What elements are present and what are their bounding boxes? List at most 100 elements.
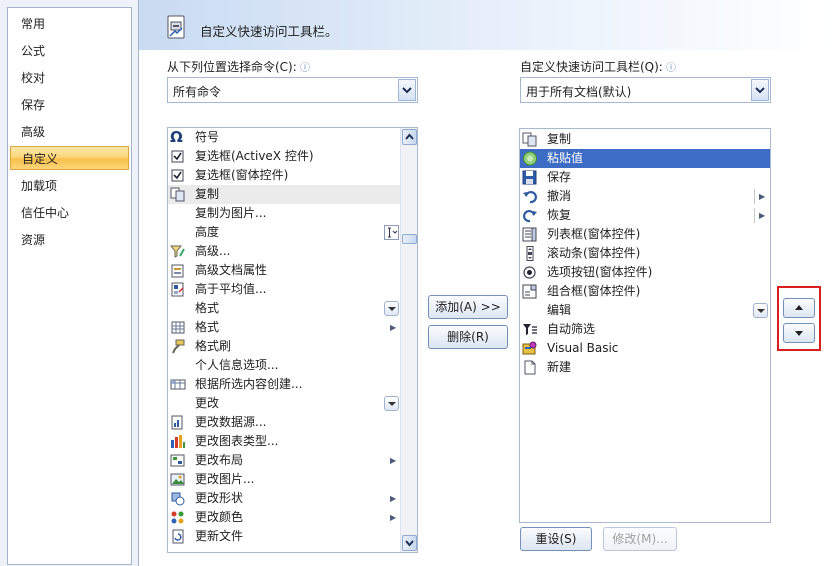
add-button[interactable]: 添加(A) >>: [428, 295, 508, 319]
sidebar-item-addins[interactable]: 加载项: [10, 174, 129, 198]
list-item[interactable]: 恢复 ▶: [520, 206, 770, 225]
remove-button[interactable]: 删除(R): [428, 325, 508, 349]
chevron-down-icon[interactable]: [751, 79, 769, 101]
submenu-arrow-icon: ▶: [759, 192, 766, 201]
list-item-selected[interactable]: 复制: [168, 185, 401, 204]
visual-basic-icon: [522, 341, 537, 355]
list-item[interactable]: 更改图表类型...: [168, 432, 401, 451]
submenu-arrow-icon: ▶: [390, 494, 397, 503]
list-item[interactable]: 编辑: [520, 301, 770, 320]
sidebar-item-advanced[interactable]: 高级: [10, 120, 129, 144]
move-down-button[interactable]: [783, 323, 815, 343]
list-item[interactable]: 更改布局 ▶: [168, 451, 401, 470]
checkbox-icon: [171, 169, 184, 182]
redo-icon: [523, 210, 537, 223]
sidebar-item-formulas[interactable]: 公式: [10, 39, 129, 63]
move-up-button[interactable]: [783, 298, 815, 318]
document-properties-icon: [171, 264, 184, 278]
choose-commands-dropdown[interactable]: 所有命令: [167, 77, 418, 103]
list-item[interactable]: 高级文档属性: [168, 261, 401, 280]
options-sidebar: 常用 公式 校对 保存 高级 自定义 加载项 信任中心 资源: [7, 7, 132, 565]
sidebar-item-trust-center[interactable]: 信任中心: [10, 201, 129, 225]
choose-commands-label: 从下列位置选择命令(C): ⓘ: [167, 60, 310, 74]
list-item[interactable]: 更改颜色 ▶: [168, 508, 401, 527]
list-item[interactable]: 格式刷: [168, 337, 401, 356]
quick-access-list[interactable]: 复制 粘贴值 保存 撤消 ▶ 恢复 ▶ 列表框(窗体控件) 滚动条(窗体控件) …: [519, 128, 771, 523]
chart-type-icon: [171, 435, 185, 448]
copy-icon: [170, 187, 185, 202]
customize-toolbar-dropdown[interactable]: 用于所有文档(默认): [520, 77, 771, 103]
scroll-thumb[interactable]: [402, 234, 417, 244]
sidebar-item-customize[interactable]: 自定义: [10, 146, 129, 170]
commands-list[interactable]: Ω 符号 复选框(ActiveX 控件) 复选框(窗体控件) 复制 复制为图片.…: [167, 127, 418, 553]
list-item[interactable]: 复制: [520, 130, 770, 149]
list-item[interactable]: 新建: [520, 358, 770, 377]
list-item[interactable]: 撤消 ▶: [520, 187, 770, 206]
list-item[interactable]: 高度: [168, 223, 401, 242]
submenu-arrow-icon: ▶: [390, 513, 397, 522]
list-item[interactable]: 复制为图片...: [168, 204, 401, 223]
arrow-up-icon: [795, 305, 803, 310]
omega-icon: Ω: [170, 128, 183, 146]
list-item[interactable]: 更改图片...: [168, 470, 401, 489]
list-item[interactable]: 列表框(窗体控件): [520, 225, 770, 244]
save-icon: [522, 170, 537, 185]
submenu-arrow-icon: ▶: [759, 211, 766, 220]
panel-title: 自定义快速访问工具栏。: [200, 24, 338, 39]
customize-toolbar-value: 用于所有文档(默认): [526, 85, 632, 99]
list-item[interactable]: 格式 ▶: [168, 318, 401, 337]
list-item[interactable]: 更新文件: [168, 527, 401, 546]
submenu-arrow-icon: ▶: [390, 456, 397, 465]
sidebar-item-common[interactable]: 常用: [10, 12, 129, 36]
list-item[interactable]: 保存: [520, 168, 770, 187]
list-item[interactable]: 高于平均值...: [168, 280, 401, 299]
change-shape-icon: [171, 492, 185, 506]
list-item-selected[interactable]: 粘贴值: [520, 149, 770, 168]
new-document-icon: [524, 360, 536, 375]
list-item[interactable]: 组合框(窗体控件): [520, 282, 770, 301]
list-item[interactable]: 选项按钮(窗体控件): [520, 263, 770, 282]
sidebar-item-save[interactable]: 保存: [10, 93, 129, 117]
dropdown-icon: [384, 396, 399, 411]
dropdown-icon: [384, 301, 399, 316]
chevron-down-icon[interactable]: [398, 79, 416, 101]
sidebar-item-resources[interactable]: 资源: [10, 228, 129, 252]
list-item[interactable]: Ω 符号: [168, 128, 401, 147]
list-item[interactable]: 滚动条(窗体控件): [520, 244, 770, 263]
create-from-selection-icon: [170, 379, 186, 390]
reset-button[interactable]: 重设(S): [520, 527, 592, 551]
change-data-source-icon: [171, 415, 183, 430]
customize-toolbar-label: 自定义快速访问工具栏(Q): ⓘ: [520, 60, 677, 74]
list-item[interactable]: 高级...: [168, 242, 401, 261]
info-icon: ⓘ: [296, 63, 310, 74]
list-item[interactable]: 复选框(窗体控件): [168, 166, 401, 185]
list-item[interactable]: 自动筛选: [520, 320, 770, 339]
modify-button[interactable]: 修改(M)...: [603, 527, 677, 551]
scroll-up-button[interactable]: [402, 129, 417, 145]
list-item[interactable]: Visual Basic: [520, 339, 770, 358]
list-item[interactable]: 格式: [168, 299, 401, 318]
list-item[interactable]: 根据所选内容创建...: [168, 375, 401, 394]
format-grid-icon: [171, 321, 185, 334]
paste-values-icon: [523, 151, 537, 166]
copy-icon: [522, 132, 537, 147]
list-item[interactable]: 更改形状 ▶: [168, 489, 401, 508]
list-item[interactable]: 更改数据源...: [168, 413, 401, 432]
move-buttons-highlight: [777, 286, 821, 351]
list-item[interactable]: 复选框(ActiveX 控件): [168, 147, 401, 166]
filter-advanced-icon: [170, 245, 185, 258]
list-item[interactable]: 更改: [168, 394, 401, 413]
list-item[interactable]: 个人信息选项...: [168, 356, 401, 375]
format-painter-icon: [172, 339, 185, 354]
checkbox-icon: [171, 150, 184, 163]
customize-panel: 自定义快速访问工具栏。 从下列位置选择命令(C): ⓘ 所有命令 自定义快速访问…: [138, 0, 832, 566]
commands-list-scrollbar[interactable]: [400, 128, 417, 552]
panel-header: 自定义快速访问工具栏。: [139, 0, 832, 50]
combobox-icon: [522, 284, 537, 299]
sidebar-item-proofing[interactable]: 校对: [10, 66, 129, 90]
scroll-down-button[interactable]: [402, 535, 417, 551]
scrollbar-control-icon: [526, 246, 534, 261]
info-icon: ⓘ: [662, 63, 677, 74]
radio-icon: [523, 266, 536, 279]
choose-commands-value: 所有命令: [173, 85, 222, 99]
